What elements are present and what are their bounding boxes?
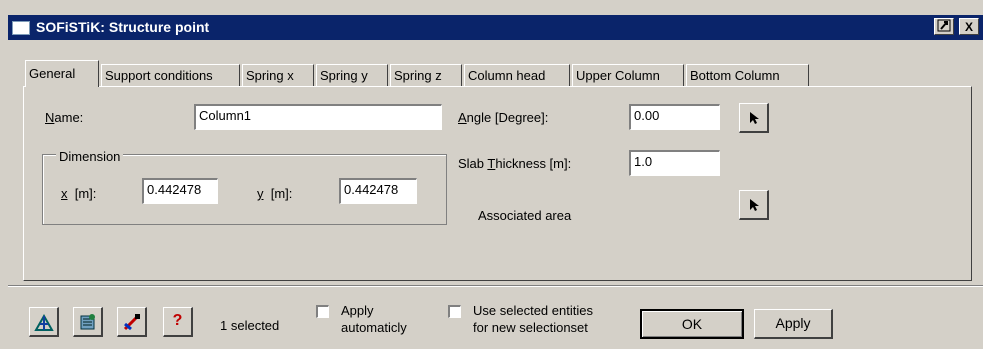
name-label: Name: (45, 110, 84, 125)
tab-bottom-column[interactable]: Bottom Column (686, 64, 809, 86)
pick-selection-button[interactable] (117, 307, 147, 337)
settings-button[interactable] (73, 307, 103, 337)
tab-spring-z[interactable]: Spring z (390, 64, 462, 86)
apply-button[interactable]: Apply (754, 309, 833, 339)
pick-icon (123, 314, 140, 331)
pick-angle-button[interactable] (739, 103, 769, 133)
use-selected-entities-label-2: for new selectionset (473, 320, 588, 335)
window-title: SOFiSTiK: Structure point (36, 19, 210, 35)
x-input[interactable]: 0.442478 (142, 178, 218, 204)
apply-automatically-label-1: Apply (341, 303, 374, 318)
slab-thickness-input[interactable]: 1.0 (629, 150, 720, 176)
angle-label: Angle [Degree]: (458, 110, 549, 125)
app-icon (12, 21, 30, 35)
dialog-window: SOFiSTiK: Structure point X General Supp… (0, 0, 983, 349)
apply-automatically-label-2: automaticly (341, 320, 407, 335)
use-selected-entities-checkbox[interactable] (448, 305, 461, 318)
footer-separator (8, 285, 983, 287)
tab-general[interactable]: General (25, 60, 99, 87)
x-label: x [m]: (61, 186, 97, 201)
arrow-cursor-icon (749, 199, 759, 211)
y-input[interactable]: 0.442478 (339, 178, 417, 204)
edit-structure-icon (34, 313, 54, 331)
title-bar[interactable]: SOFiSTiK: Structure point X (8, 15, 983, 40)
angle-input[interactable]: 0.00 (629, 104, 720, 130)
help-button[interactable]: ? (163, 307, 193, 337)
tab-spring-y[interactable]: Spring y (316, 64, 388, 86)
ok-button[interactable]: OK (640, 309, 744, 339)
use-selected-entities-label-1: Use selected entities (473, 303, 593, 318)
settings-icon (80, 314, 95, 330)
apply-automatically-checkbox[interactable] (316, 305, 329, 318)
associated-area-label: Associated area (478, 208, 572, 223)
help-icon: ? (172, 312, 183, 329)
close-button[interactable]: X (959, 18, 979, 35)
y-label: y [m]: (257, 186, 293, 201)
tab-column-head[interactable]: Column head (464, 64, 570, 86)
pin-icon[interactable] (934, 18, 954, 35)
name-input[interactable]: Column1 (194, 104, 442, 130)
arrow-cursor-icon (749, 112, 759, 124)
tab-support-conditions[interactable]: Support conditions (101, 64, 240, 86)
slab-thickness-label: Slab Thickness [m]: (458, 156, 572, 171)
edit-structure-button[interactable] (29, 307, 59, 337)
selected-count: 1 selected (220, 318, 280, 333)
tab-spring-x[interactable]: Spring x (242, 64, 314, 86)
pick-area-button[interactable] (739, 190, 769, 220)
dimension-group-title: Dimension (56, 149, 124, 164)
tab-upper-column[interactable]: Upper Column (572, 64, 684, 86)
